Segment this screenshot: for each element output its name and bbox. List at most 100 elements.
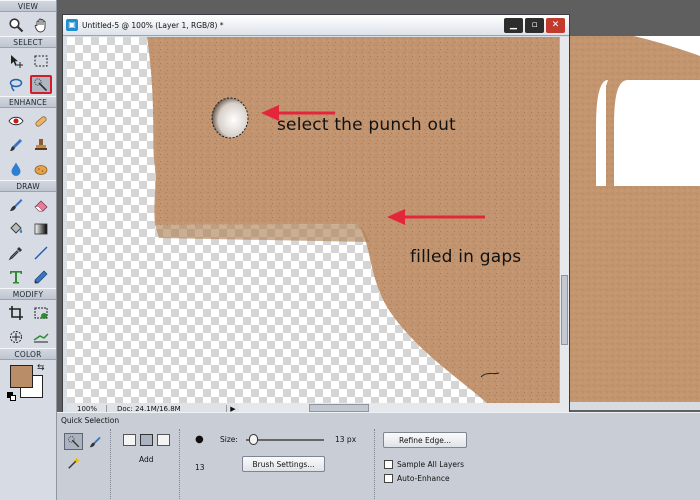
sample-all-layers-label: Sample All Layers <box>397 460 465 469</box>
options-divider <box>110 429 111 499</box>
quick-selection-icon <box>67 435 79 447</box>
spot-healing-tool[interactable] <box>30 111 52 130</box>
auto-enhance-checkbox[interactable] <box>384 474 393 483</box>
recompose-icon <box>34 307 47 319</box>
line-tool[interactable] <box>30 243 52 262</box>
color-swatches: ⇆ <box>0 360 56 410</box>
close-button[interactable]: ✕ <box>546 18 565 33</box>
blur-tool[interactable] <box>5 159 27 178</box>
hand-tool[interactable] <box>30 15 52 34</box>
magic-wand-icon <box>67 456 80 469</box>
size-label: Size: <box>220 435 238 444</box>
eyedropper-tool[interactable] <box>5 243 27 262</box>
section-view: VIEW <box>0 0 56 12</box>
quick-selection-option[interactable] <box>64 433 83 450</box>
maximize-button[interactable]: ▫ <box>525 18 544 33</box>
selection-brush-option[interactable] <box>85 433 104 450</box>
content-aware-move-tool[interactable] <box>5 327 27 346</box>
section-color: COLOR <box>0 348 56 360</box>
hand-icon <box>34 18 45 32</box>
photoshop-elements-icon: ▣ <box>66 19 78 31</box>
red-eye-tool[interactable] <box>5 111 27 130</box>
document-title: Untitled-5 @ 100% (Layer 1, RGB/8) * <box>82 20 224 30</box>
auto-enhance-label: Auto-Enhance <box>397 474 450 483</box>
background-document <box>570 36 700 402</box>
foreground-color-swatch[interactable] <box>10 365 33 388</box>
sponge-tool[interactable] <box>30 159 52 178</box>
brush-size-value: 13 <box>195 463 205 472</box>
eraser-icon <box>34 200 47 211</box>
minimize-button[interactable]: ▁ <box>504 18 523 33</box>
toolbox: VIEW SELECT ENHANCE DRAW MODIFY COLOR ⇆ <box>0 0 57 500</box>
magnifier-icon <box>8 17 23 32</box>
quick-selection-icon <box>33 77 47 91</box>
annotation-filled-gaps: filled in gaps <box>410 247 522 267</box>
lasso-icon <box>9 78 22 91</box>
lasso-tool[interactable] <box>5 75 27 94</box>
sponge-icon <box>34 164 47 175</box>
pencil-icon <box>34 270 47 283</box>
crop-icon <box>8 305 23 320</box>
zoom-tool[interactable] <box>5 15 27 34</box>
vertical-scroll-thumb[interactable] <box>561 275 568 345</box>
section-enhance: ENHANCE <box>0 96 56 108</box>
document-titlebar[interactable]: ▣ Untitled-5 @ 100% (Layer 1, RGB/8) * ▁… <box>63 15 569 36</box>
paint-bucket-tool[interactable] <box>5 219 27 238</box>
marquee-tool[interactable] <box>30 51 52 70</box>
add-to-selection-mode[interactable] <box>140 434 153 446</box>
crop-tool[interactable] <box>5 303 27 322</box>
new-selection-mode[interactable] <box>123 434 136 446</box>
straighten-tool[interactable] <box>30 327 52 346</box>
water-drop-icon <box>11 162 20 176</box>
move-tool[interactable] <box>5 51 27 70</box>
selection-mode-label: Add <box>139 455 154 464</box>
pencil-tool[interactable] <box>30 267 52 286</box>
line-icon <box>34 246 47 259</box>
swap-colors-icon[interactable]: ⇆ <box>37 363 45 373</box>
eraser-tool[interactable] <box>30 195 52 214</box>
subtract-from-selection-mode[interactable] <box>157 434 170 446</box>
stamp-icon <box>34 138 47 150</box>
gradient-tool[interactable] <box>30 219 52 238</box>
refine-edge-button[interactable]: Refine Edge... <box>383 432 467 448</box>
annotation-punch-out: select the punch out <box>277 115 456 135</box>
brush-tool[interactable] <box>5 195 27 214</box>
tool-options-title: Quick Selection <box>61 416 120 425</box>
section-modify: MODIFY <box>0 288 56 300</box>
image-canvas[interactable]: select the punch out filled in gaps <box>67 37 559 403</box>
magic-wand-option[interactable] <box>64 454 83 471</box>
section-draw: DRAW <box>0 180 56 192</box>
size-slider-thumb[interactable] <box>249 434 258 445</box>
marquee-icon <box>34 55 47 66</box>
gradient-icon <box>34 223 47 234</box>
brush-settings-button[interactable]: Brush Settings... <box>242 456 325 472</box>
horizontal-scroll-thumb[interactable] <box>309 404 369 412</box>
eyedropper-icon <box>8 246 22 260</box>
default-colors-icon[interactable] <box>7 392 17 402</box>
content-move-icon <box>9 330 22 343</box>
clone-stamp-tool[interactable] <box>30 135 52 154</box>
brush-preview-icon[interactable]: ● <box>195 434 204 445</box>
sample-all-layers-checkbox[interactable] <box>384 460 393 469</box>
background-cardboard-image <box>570 36 700 402</box>
tool-options-bar: Quick Selection Add ● 13 Size: 13 px Bru… <box>57 412 700 500</box>
options-divider <box>374 429 375 499</box>
straighten-icon <box>33 332 49 342</box>
brush-icon <box>9 198 22 211</box>
cardboard-image <box>147 37 559 403</box>
eye-icon <box>7 116 24 125</box>
recompose-tool[interactable] <box>30 303 52 322</box>
smart-brush-icon <box>9 138 22 151</box>
options-divider <box>179 429 180 499</box>
type-tool[interactable] <box>5 267 27 286</box>
smart-brush-tool[interactable] <box>5 135 27 154</box>
selection-brush-icon <box>89 436 101 447</box>
size-value[interactable]: 13 px <box>335 435 356 444</box>
section-select: SELECT <box>0 36 56 48</box>
background-document-scrollbar[interactable] <box>570 402 700 410</box>
document-window: ▣ Untitled-5 @ 100% (Layer 1, RGB/8) * ▁… <box>62 14 570 415</box>
quick-selection-tool[interactable] <box>29 75 52 94</box>
move-icon <box>10 54 23 68</box>
bandage-icon <box>34 115 47 127</box>
vertical-scrollbar[interactable] <box>559 37 569 403</box>
